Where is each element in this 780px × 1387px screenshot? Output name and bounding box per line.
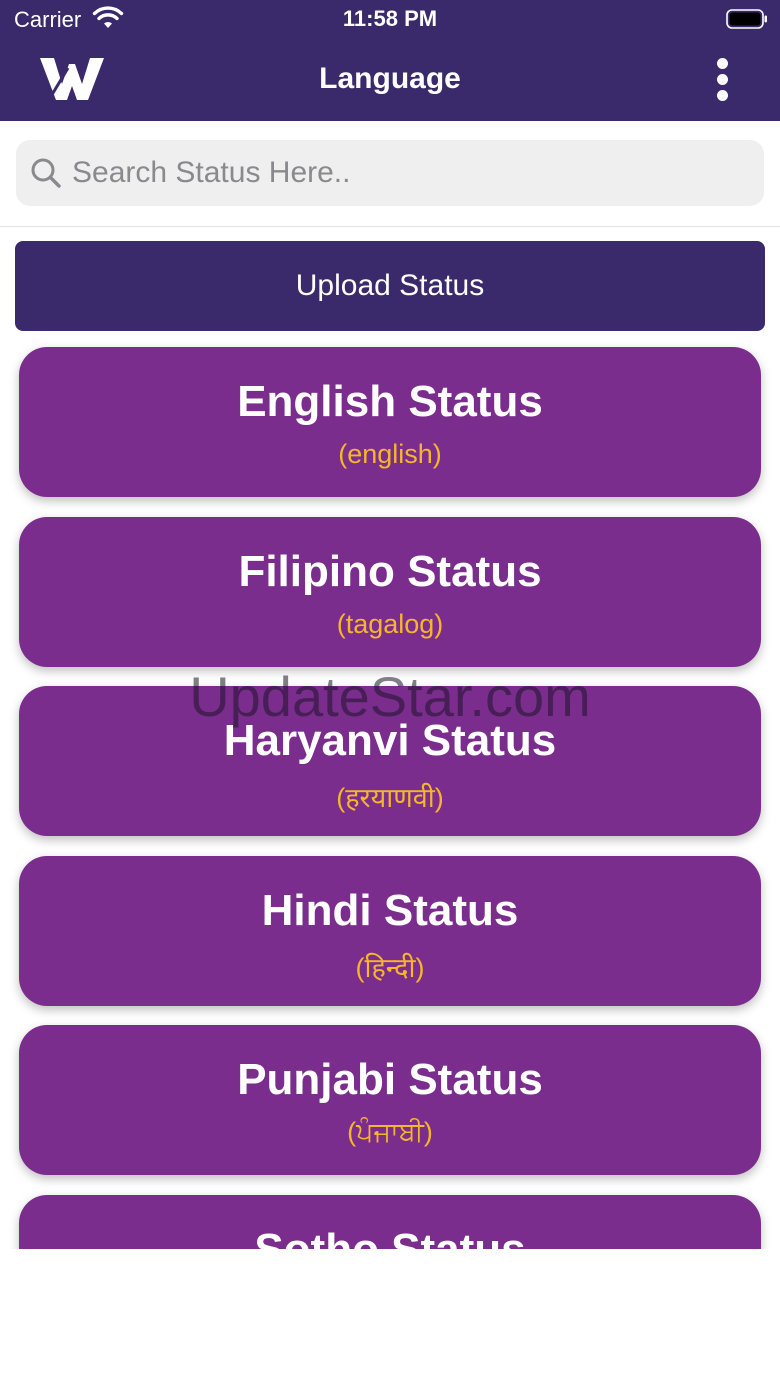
language-card-haryanvi[interactable]: Haryanvi Status (हरयाणवी)	[19, 686, 761, 836]
status-bar: Carrier 11:58 PM	[0, 0, 780, 40]
language-card-subtitle: (हरयाणवी)	[336, 783, 444, 813]
language-card-title: Haryanvi Status	[223, 716, 557, 765]
language-card-title: English Status	[237, 377, 543, 426]
language-card-subtitle: (ਪੰਜਾਬੀ)	[347, 1117, 433, 1147]
more-vertical-icon-dot	[717, 90, 728, 101]
search-input[interactable]	[72, 140, 752, 206]
top-app-bar: Carrier 11:58 PM Language	[0, 0, 780, 121]
language-card-hindi[interactable]: Hindi Status (हिन्दी)	[19, 856, 761, 1006]
search-icon	[31, 158, 61, 188]
clock: 11:58 PM	[342, 6, 438, 31]
more-menu-button[interactable]	[708, 56, 738, 104]
upload-status-button[interactable]: Upload Status	[15, 241, 765, 331]
battery-icon	[726, 9, 767, 29]
language-card-title: Punjabi Status	[237, 1055, 543, 1104]
divider	[0, 226, 780, 227]
page-title: Language	[319, 62, 461, 95]
language-card-english[interactable]: English Status (english)	[19, 347, 761, 497]
language-card-title: Sotho Status	[19, 1225, 761, 1249]
language-list[interactable]: English Status (english) Filipino Status…	[0, 340, 780, 1249]
language-card-title: Filipino Status	[238, 547, 542, 596]
language-card-sotho[interactable]: Sotho Status	[19, 1195, 761, 1249]
language-card-subtitle: (tagalog)	[336, 609, 444, 639]
language-card-title: Hindi Status	[261, 886, 519, 935]
language-card-subtitle: (english)	[338, 439, 442, 469]
more-vertical-icon-dot	[717, 74, 728, 85]
language-card-subtitle: (हिन्दी)	[355, 953, 425, 983]
language-card-filipino[interactable]: Filipino Status (tagalog)	[19, 517, 761, 667]
search-bar[interactable]	[16, 140, 764, 206]
language-card-punjabi[interactable]: Punjabi Status (ਪੰਜਾਬੀ)	[19, 1025, 761, 1175]
more-vertical-icon	[717, 58, 728, 69]
